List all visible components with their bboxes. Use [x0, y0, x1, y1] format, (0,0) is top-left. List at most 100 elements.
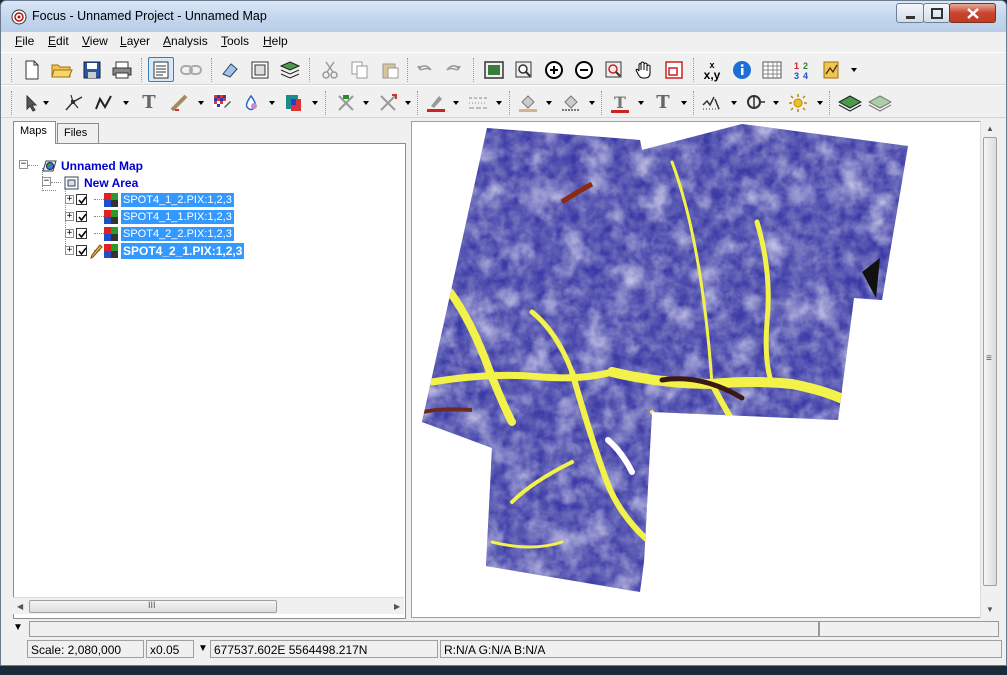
color-dropdown-arrow-icon[interactable]	[312, 101, 318, 105]
tab-files[interactable]: Files	[57, 123, 99, 143]
tree-item-layer[interactable]: SPOT4_1_1.PIX:1,2,3	[104, 209, 234, 225]
horizontal-scrollbar[interactable]: ◀ III ▶	[13, 597, 404, 614]
lens-button[interactable]	[743, 90, 769, 115]
fill-pattern-button[interactable]	[558, 90, 584, 115]
scale-status[interactable]: Scale: 2,080,000	[27, 640, 144, 658]
eraser-button[interactable]	[217, 57, 243, 82]
expand-layer-toggle[interactable]: +	[65, 195, 74, 204]
title-bar[interactable]: Focus - Unnamed Project - Unnamed Map	[1, 1, 1006, 32]
color-layer-button[interactable]	[281, 90, 307, 115]
line-style-button[interactable]	[465, 90, 491, 115]
menu-analysis[interactable]: Analysis	[163, 34, 208, 48]
menu-help[interactable]: Help	[263, 34, 288, 48]
tree-item-layer[interactable]: SPOT4_2_2.PIX:1,2,3	[104, 226, 234, 242]
redo-button[interactable]	[441, 57, 467, 82]
merge-dropdown-arrow-icon[interactable]	[405, 101, 411, 105]
toolbar-grip[interactable]	[829, 91, 832, 115]
scroll-up-icon[interactable]: ▲	[986, 124, 994, 133]
toolbar-grip[interactable]	[141, 58, 144, 82]
pan-button[interactable]	[631, 57, 657, 82]
expand-layer-toggle[interactable]: +	[65, 229, 74, 238]
split-dropdown-arrow-icon[interactable]	[363, 101, 369, 105]
menu-file[interactable]: File	[15, 34, 34, 48]
menu-view[interactable]: View	[82, 34, 108, 48]
draw-line-button[interactable]	[91, 90, 117, 115]
merge-button[interactable]	[375, 90, 401, 115]
expand-layer-toggle[interactable]: +	[65, 212, 74, 221]
lens-dropdown-arrow-icon[interactable]	[773, 101, 779, 105]
copy-button[interactable]	[347, 57, 373, 82]
new-button[interactable]	[19, 57, 45, 82]
zoom-layer-button[interactable]	[601, 57, 627, 82]
menu-layer[interactable]: Layer	[120, 34, 150, 48]
scroll-left-icon[interactable]: ◀	[17, 602, 23, 611]
info-button[interactable]	[729, 57, 755, 82]
fill-dropdown-arrow-icon[interactable]	[269, 101, 275, 105]
sun-dropdown-arrow-icon[interactable]	[817, 101, 823, 105]
toolbar-grip[interactable]	[407, 58, 410, 82]
link-button[interactable]	[178, 57, 204, 82]
tree-item-map[interactable]: Unnamed Map	[41, 158, 145, 174]
fill-button[interactable]	[239, 90, 265, 115]
toolbar-grip[interactable]	[309, 58, 312, 82]
overview-button[interactable]	[661, 57, 687, 82]
scroll-down-icon[interactable]: ▼	[986, 605, 994, 614]
cut-button[interactable]	[317, 57, 343, 82]
vertical-scrollbar[interactable]: ▲ ≡ ▼	[980, 121, 998, 618]
tree-item-layer-active[interactable]: SPOT4_2_1.PIX:1,2,3	[90, 243, 245, 259]
toolbar-grip[interactable]	[693, 58, 696, 82]
save-button[interactable]	[79, 57, 105, 82]
scrollbar-thumb[interactable]: III	[29, 600, 277, 613]
zoom-extents-button[interactable]	[481, 57, 507, 82]
minimize-button[interactable]	[896, 3, 924, 23]
coordinate-button[interactable]: x x,y	[699, 57, 725, 82]
vertex-edit-button[interactable]	[61, 90, 87, 115]
toolbar-grip[interactable]	[325, 91, 328, 115]
command-field[interactable]	[29, 621, 819, 637]
text-button[interactable]: T	[136, 90, 162, 115]
coordinate-dropdown-icon[interactable]: ▼	[198, 643, 208, 654]
tab-maps[interactable]: Maps	[13, 121, 56, 144]
collapse-area-toggle[interactable]: −	[42, 177, 51, 186]
expand-layer-toggle[interactable]: +	[65, 246, 74, 255]
measure-button[interactable]	[167, 90, 193, 115]
zoom-out-button[interactable]	[571, 57, 597, 82]
text-color-dropdown-arrow-icon[interactable]	[638, 101, 644, 105]
line-style-dropdown-arrow-icon[interactable]	[496, 101, 502, 105]
fill-color-dropdown-arrow-icon[interactable]	[546, 101, 552, 105]
zoom-area-button[interactable]	[511, 57, 537, 82]
area-button[interactable]	[247, 57, 273, 82]
fill-pattern-dropdown-arrow-icon[interactable]	[589, 101, 595, 105]
command-dropdown-icon[interactable]: ▼	[13, 622, 23, 633]
text-style-dropdown-arrow-icon[interactable]	[681, 101, 687, 105]
toolbar-grip[interactable]	[473, 58, 476, 82]
layer-visibility-checkbox[interactable]	[76, 211, 87, 222]
collapse-map-toggle[interactable]: −	[19, 160, 28, 169]
tree-item-layer[interactable]: SPOT4_1_2.PIX:1,2,3	[104, 192, 234, 208]
map-view[interactable]	[411, 121, 981, 618]
paste-button[interactable]	[377, 57, 403, 82]
text-color-button[interactable]: T	[607, 90, 633, 115]
toolbar-grip[interactable]	[211, 58, 214, 82]
undo-button[interactable]	[411, 57, 437, 82]
select-dropdown-arrow-icon[interactable]	[43, 101, 49, 105]
scroll-right-icon[interactable]: ▶	[394, 602, 400, 611]
layer-3d-button[interactable]	[867, 90, 893, 115]
close-button[interactable]	[949, 3, 996, 23]
toolbar-grip[interactable]	[417, 91, 420, 115]
measure-dropdown-arrow-icon[interactable]	[198, 101, 204, 105]
text-style-button[interactable]: T	[650, 90, 676, 115]
open-button[interactable]	[49, 57, 75, 82]
layer-visibility-checkbox[interactable]	[76, 194, 87, 205]
map-tree[interactable]: − Unnamed Map − New Area + SPOT4_1_2.PIX…	[13, 143, 406, 619]
select-button[interactable]	[19, 90, 45, 115]
maximize-button[interactable]	[923, 3, 950, 23]
split-button[interactable]	[333, 90, 359, 115]
toolbar-grip[interactable]	[11, 58, 14, 82]
chart-button[interactable]	[819, 57, 845, 82]
properties-button[interactable]	[148, 57, 174, 82]
line-color-dropdown-arrow-icon[interactable]	[453, 101, 459, 105]
profile-dropdown-arrow-icon[interactable]	[731, 101, 737, 105]
fill-color-button[interactable]	[515, 90, 541, 115]
layers-button[interactable]	[277, 57, 303, 82]
